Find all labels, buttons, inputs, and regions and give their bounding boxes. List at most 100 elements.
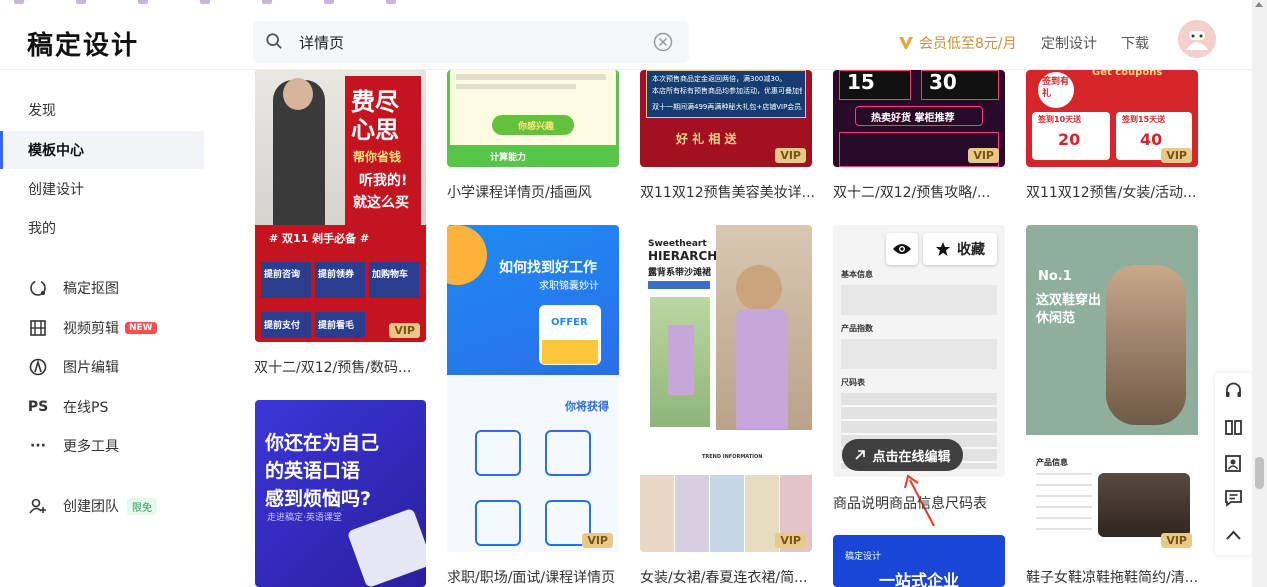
bookmark[interactable] — [386, 0, 402, 8]
card-text: Sweetheart — [648, 239, 707, 249]
card-text: 提前领券 — [318, 270, 355, 280]
card-text: 休闲范 — [1036, 311, 1076, 326]
card-caption[interactable]: 求职/职场/面试/课程详情页 — [447, 567, 623, 587]
clear-icon[interactable] — [653, 32, 673, 52]
card-text: # 双11 剁手必备 # — [269, 232, 370, 245]
template-card[interactable]: 你还在为自己 的英语口语 感到烦恼吗? 走进稿定·英语课堂 — [255, 400, 426, 587]
card-text: 提前支付 — [264, 321, 301, 331]
card-text: 帮你省钱 — [353, 150, 402, 164]
sidebar-item-mine[interactable]: 我的 — [0, 209, 204, 247]
card-text: 热卖好货 掌柜推荐 — [871, 113, 955, 124]
card-text: 你还在为自己 — [265, 432, 380, 454]
collect-button[interactable]: 收藏 — [923, 233, 997, 265]
logo[interactable]: 稿定设计 — [27, 25, 139, 62]
card-text: 心思 — [351, 116, 399, 144]
eye-icon — [893, 244, 911, 254]
template-card[interactable]: No.1 这双鞋穿出 休闲范 产品信息 VIP — [1026, 225, 1198, 552]
bookmark[interactable] — [138, 0, 154, 8]
avatar[interactable] — [1178, 20, 1216, 58]
card-caption[interactable]: 双十二/双12/预售攻略/... — [833, 182, 1009, 202]
card-text: 一站式企业 — [879, 571, 960, 587]
message-icon[interactable] — [1223, 487, 1244, 508]
compare-icon[interactable] — [1223, 417, 1244, 438]
preview-button[interactable] — [886, 233, 918, 265]
card-text: 走进稿定·英语课堂 — [267, 513, 342, 523]
user-card-icon[interactable] — [1223, 453, 1244, 474]
tool-video-edit[interactable]: 视频剪辑 NEW — [28, 313, 208, 343]
template-card[interactable]: 稿定设计 一站式企业 — [833, 535, 1005, 587]
tool-more[interactable]: ··· 更多工具 — [28, 431, 208, 461]
template-card[interactable]: 15 30 热卖好货 掌柜推荐 VIP — [833, 70, 1005, 167]
bookmark[interactable] — [324, 0, 340, 8]
page-scrollbar[interactable] — [1252, 0, 1267, 587]
create-team[interactable]: 创建团队 限免 — [28, 491, 208, 521]
scroll-thumb[interactable] — [1255, 457, 1264, 489]
download-link[interactable]: 下载 — [1121, 33, 1149, 53]
search-input[interactable]: 详情页 — [299, 32, 344, 53]
film-icon — [28, 318, 48, 338]
card-text: 你将获得 — [565, 400, 609, 413]
card-text: 露背系带沙滩裙 — [648, 268, 712, 278]
template-card[interactable]: 本次预售商品定金返回两倍，满300减30。 本店所有标有预售商品均参加活动，优惠… — [640, 70, 812, 167]
card-text: 签到10天送 — [1038, 115, 1082, 124]
card-text: 计算能力 — [490, 153, 527, 163]
card-text: 15 — [847, 70, 875, 94]
card-caption[interactable]: 小学课程详情页/插画风 — [447, 182, 623, 202]
edit-online-button[interactable]: 点击在线编辑 — [842, 439, 963, 471]
template-card[interactable]: 签到有礼 Get coupons 签到10天送 20 签到15天送 40 VIP — [1026, 70, 1198, 167]
card-text: OFFER — [551, 317, 588, 328]
bookmark[interactable] — [262, 0, 278, 8]
top-header: 稿定设计 详情页 会员低至8元/月 定制设计 下载 — [0, 8, 1252, 70]
card-caption[interactable]: 双11双12预售美容美妆详... — [640, 182, 816, 202]
ps-icon: PS — [27, 399, 49, 415]
card-text: Get coupons — [1092, 70, 1163, 78]
template-card[interactable]: 你感兴趣 计算能力 — [447, 70, 619, 167]
card-text: 40 — [1140, 130, 1163, 149]
tool-image-edit[interactable]: 图片编辑 — [28, 352, 208, 382]
card-text: 基本信息 — [841, 270, 873, 279]
team-label: 创建团队 — [63, 499, 119, 515]
card-text: 尺码表 — [841, 378, 865, 387]
vip-promo-link[interactable]: 会员低至8元/月 — [897, 33, 1017, 53]
vip-tag: VIP — [389, 323, 420, 338]
template-card[interactable]: Sweetheart HIERARCH 露背系带沙滩裙 TREND INFORM… — [640, 225, 812, 552]
sidebar-item-discover[interactable]: 发现 — [0, 91, 204, 129]
custom-design-link[interactable]: 定制设计 — [1041, 33, 1097, 53]
card-caption[interactable]: 商品说明商品信息尺码表 — [833, 493, 1009, 513]
scroll-up-arrow[interactable] — [1255, 2, 1263, 7]
card-caption[interactable]: 双十二/双12/预售/数码... — [254, 357, 430, 377]
card-caption[interactable]: 鞋子女鞋凉鞋拖鞋简约/清... — [1026, 567, 1202, 587]
card-text: 感到烦恼吗? — [265, 488, 372, 510]
paper-illustration — [346, 507, 426, 587]
floating-toolbar — [1215, 373, 1252, 555]
tool-label: 在线PS — [63, 400, 109, 416]
tool-cutout[interactable]: 稿定抠图 — [28, 273, 208, 303]
template-card[interactable]: 费尽 心思 帮你省钱 听我的! 就这么买 # 双11 剁手必备 # 提前咨询 提… — [255, 70, 426, 342]
search-box[interactable]: 详情页 — [253, 21, 689, 63]
card-text: 30 — [929, 70, 957, 94]
headset-icon[interactable] — [1223, 381, 1244, 402]
card-caption[interactable]: 女装/女裙/春夏连衣裙/简... — [640, 567, 816, 587]
vip-promo-label: 会员低至8元/月 — [919, 36, 1017, 52]
avatar-image — [1178, 20, 1216, 58]
bookmark[interactable] — [200, 0, 216, 8]
search-icon — [266, 33, 282, 49]
back-to-top-icon[interactable] — [1223, 525, 1244, 546]
sidebar-item-template-center[interactable]: 模板中心 — [0, 131, 204, 169]
sidebar: 发现 模板中心 创建设计 我的 稿定抠图 视频剪辑 NEW 图片编辑 PS 在线… — [0, 70, 220, 587]
card-text: 签到有礼 — [1042, 77, 1070, 99]
card-text: 如何找到好工作 — [499, 260, 597, 276]
card-text: 提前看毛 — [318, 321, 355, 331]
bookmark[interactable] — [14, 0, 30, 8]
card-text: No.1 — [1038, 269, 1072, 284]
pen-icon — [28, 357, 48, 377]
card-text: 签到15天送 — [1122, 115, 1166, 124]
sidebar-item-create-design[interactable]: 创建设计 — [0, 170, 204, 208]
card-text: 的英语口语 — [265, 460, 361, 482]
card-text: 20 — [1058, 130, 1081, 149]
card-text: 这双鞋穿出 — [1036, 293, 1102, 308]
tool-online-ps[interactable]: PS 在线PS — [28, 392, 208, 422]
bookmark[interactable] — [76, 0, 92, 8]
template-card[interactable]: 如何找到好工作 求职锦囊妙计 OFFER 你将获得 VIP — [447, 225, 619, 552]
card-caption[interactable]: 双11双12预售/女装/活动... — [1026, 182, 1202, 202]
